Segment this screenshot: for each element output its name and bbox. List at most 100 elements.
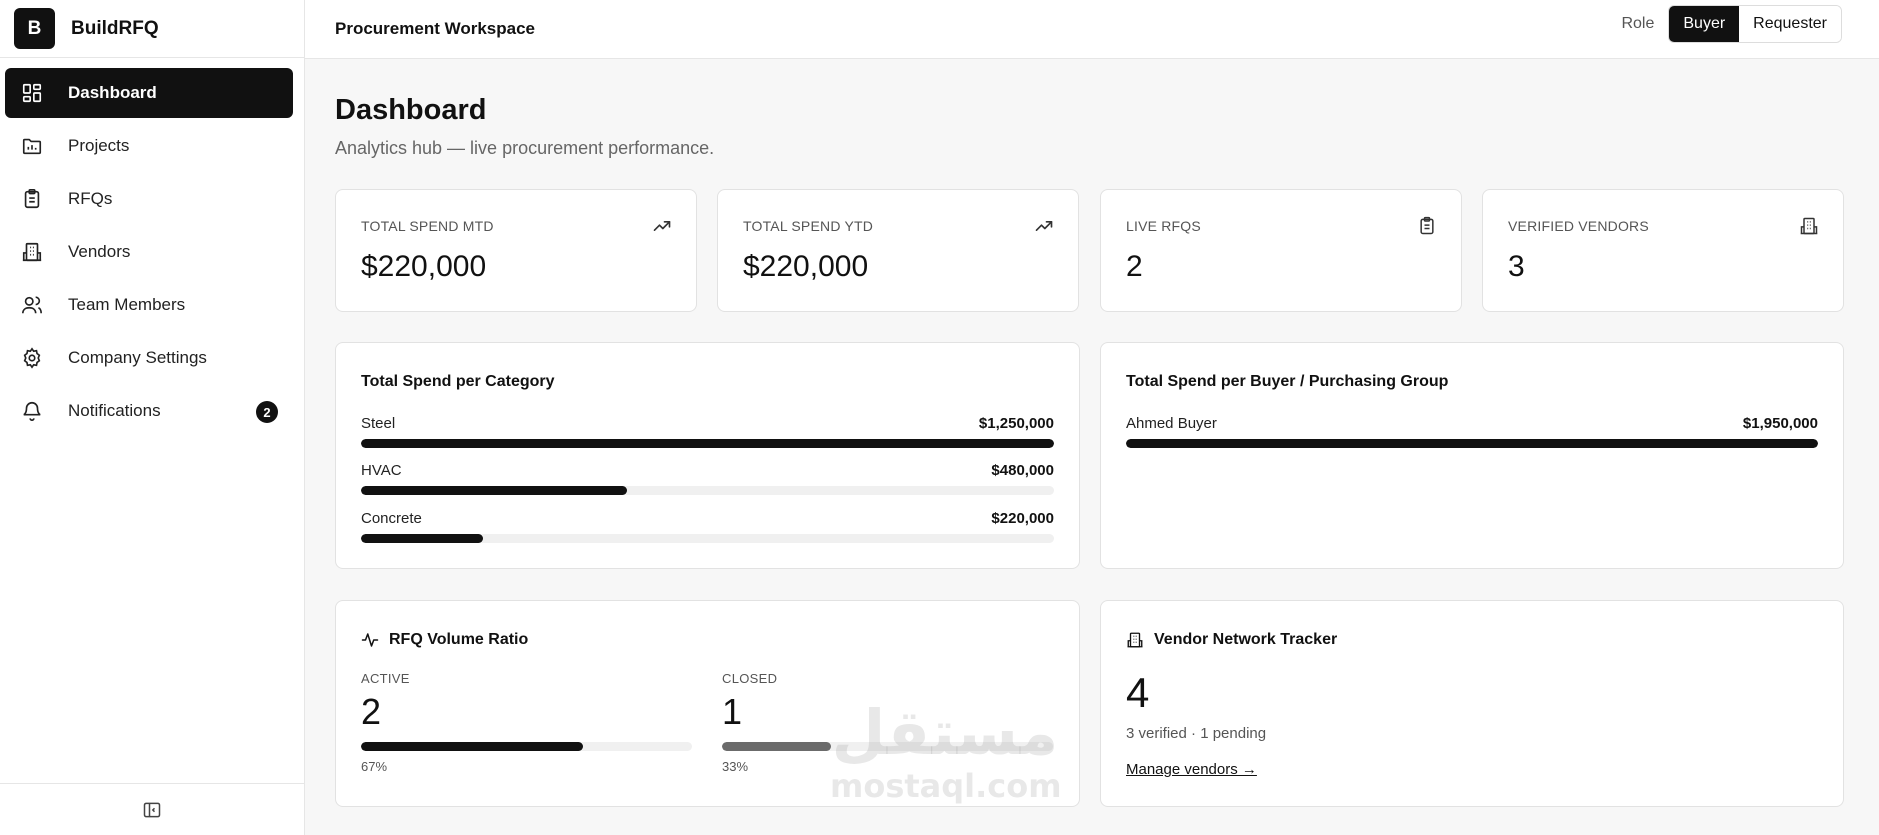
bar-track bbox=[361, 486, 1054, 495]
bar-fill bbox=[361, 534, 483, 543]
ratio-track bbox=[361, 742, 692, 751]
dashboard-icon bbox=[19, 80, 45, 106]
category-name: Concrete bbox=[361, 510, 422, 527]
trending-up-icon bbox=[1034, 216, 1054, 236]
ratio-fill bbox=[361, 742, 583, 751]
activity-icon bbox=[361, 631, 379, 649]
sidebar-item-label: Vendors bbox=[68, 242, 131, 261]
sidebar-nav: Dashboard Projects RFQs Vendors Team Mem… bbox=[0, 58, 304, 436]
stat-value: $220,000 bbox=[361, 250, 487, 283]
sidebar-item-vendors[interactable]: Vendors bbox=[5, 227, 293, 277]
workspace-title: Procurement Workspace bbox=[335, 19, 535, 38]
role-requester-button[interactable]: Requester bbox=[1739, 6, 1841, 42]
ratio-value: 1 bbox=[722, 691, 743, 732]
gear-icon bbox=[19, 345, 45, 371]
sidebar-item-team-members[interactable]: Team Members bbox=[5, 280, 293, 330]
ratio-label: ACTIVE bbox=[361, 671, 410, 686]
bar-track bbox=[1126, 439, 1818, 448]
ratio-track bbox=[722, 742, 1053, 751]
building-icon bbox=[19, 239, 45, 265]
manage-vendors-link[interactable]: Manage vendors → bbox=[1126, 761, 1257, 778]
category-name: HVAC bbox=[361, 462, 402, 479]
sidebar-item-label: Projects bbox=[68, 136, 130, 155]
stat-label: LIVE RFQS bbox=[1126, 218, 1201, 234]
sidebar-item-label: Team Members bbox=[68, 295, 186, 314]
clipboard-icon bbox=[1417, 216, 1437, 236]
page-subtitle: Analytics hub — live procurement perform… bbox=[335, 138, 715, 158]
top-header: Procurement Workspace Role Buyer Request… bbox=[305, 0, 1879, 59]
stat-card-spend-ytd: TOTAL SPEND YTD $220,000 bbox=[717, 189, 1079, 312]
buyer-value: $1,950,000 bbox=[1742, 415, 1818, 432]
card-title-text: Vendor Network Tracker bbox=[1154, 631, 1338, 648]
card-title-text: RFQ Volume Ratio bbox=[389, 631, 529, 648]
role-toggle: Buyer Requester bbox=[1668, 5, 1842, 43]
ratio-percent: 33% bbox=[722, 759, 749, 774]
folder-chart-icon bbox=[19, 133, 45, 159]
stat-card-verified-vendors: VERIFIED VENDORS 3 bbox=[1482, 189, 1844, 312]
buyer-name: Ahmed Buyer bbox=[1126, 415, 1217, 432]
rfq-volume-ratio-card: RFQ Volume Ratio ACTIVE 2 67% CLOSED 1 3… bbox=[335, 600, 1080, 807]
card-title: Total Spend per Buyer / Purchasing Group bbox=[1126, 373, 1449, 390]
users-icon bbox=[19, 292, 45, 318]
sidebar: B BuildRFQ Dashboard Projects RFQs Vendo… bbox=[0, 0, 305, 835]
vendor-summary: 3 verified · 1 pending bbox=[1126, 725, 1267, 742]
trending-up-icon bbox=[652, 216, 672, 236]
building-icon bbox=[1799, 216, 1819, 236]
card-title: Vendor Network Tracker bbox=[1126, 631, 1337, 649]
stat-card-live-rfqs: LIVE RFQS 2 bbox=[1100, 189, 1462, 312]
sidebar-item-company-settings[interactable]: Company Settings bbox=[5, 333, 293, 383]
ratio-value: 2 bbox=[361, 691, 382, 732]
brand-logo: B bbox=[14, 8, 55, 49]
sidebar-item-label: Dashboard bbox=[68, 83, 157, 102]
category-value: $220,000 bbox=[991, 510, 1054, 527]
page-title: Dashboard bbox=[335, 94, 487, 126]
ratio-fill bbox=[722, 742, 832, 751]
building-icon bbox=[1126, 631, 1144, 649]
sidebar-item-rfqs[interactable]: RFQs bbox=[5, 174, 293, 224]
category-value: $1,250,000 bbox=[978, 415, 1054, 432]
bar-fill bbox=[361, 439, 1054, 448]
stat-label: TOTAL SPEND YTD bbox=[743, 218, 874, 234]
sidebar-item-label: Company Settings bbox=[68, 348, 207, 367]
stat-label: TOTAL SPEND MTD bbox=[361, 218, 494, 234]
sidebar-item-projects[interactable]: Projects bbox=[5, 121, 293, 171]
category-value: $480,000 bbox=[991, 462, 1054, 479]
stat-label: VERIFIED VENDORS bbox=[1508, 218, 1649, 234]
stat-card-spend-mtd: TOTAL SPEND MTD $220,000 bbox=[335, 189, 697, 312]
card-title: Total Spend per Category bbox=[361, 373, 555, 390]
ratio-percent: 67% bbox=[361, 759, 388, 774]
spend-per-category-card: Total Spend per Category Steel $1,250,00… bbox=[335, 342, 1080, 569]
sidebar-footer bbox=[0, 783, 304, 835]
ratio-label: CLOSED bbox=[722, 671, 778, 686]
vendor-network-tracker-card: Vendor Network Tracker 4 3 verified · 1 … bbox=[1100, 600, 1844, 807]
sidebar-item-notifications[interactable]: Notifications 2 bbox=[5, 386, 293, 436]
brand-name: BuildRFQ bbox=[71, 17, 159, 39]
sidebar-item-dashboard[interactable]: Dashboard bbox=[5, 68, 293, 118]
role-switcher: Role Buyer Requester bbox=[1621, 5, 1842, 43]
category-name: Steel bbox=[361, 415, 396, 432]
category-row-hvac: HVAC $480,000 bbox=[361, 462, 1054, 506]
vendor-total: 4 bbox=[1126, 669, 1150, 716]
category-row-concrete: Concrete $220,000 bbox=[361, 510, 1054, 554]
bar-fill bbox=[1126, 439, 1818, 448]
bar-track bbox=[361, 534, 1054, 543]
category-row-steel: Steel $1,250,000 bbox=[361, 415, 1054, 459]
sidebar-collapse-icon[interactable] bbox=[142, 800, 162, 820]
bar-track bbox=[361, 439, 1054, 448]
role-buyer-button[interactable]: Buyer bbox=[1669, 6, 1740, 42]
bar-fill bbox=[361, 486, 628, 495]
buyer-row: Ahmed Buyer $1,950,000 bbox=[1126, 415, 1818, 459]
notification-count-badge: 2 bbox=[256, 401, 278, 423]
stat-value: $220,000 bbox=[743, 250, 869, 283]
stat-value: 2 bbox=[1126, 250, 1143, 283]
clipboard-icon bbox=[19, 186, 45, 212]
brand[interactable]: B BuildRFQ bbox=[0, 0, 304, 58]
bell-icon bbox=[19, 398, 45, 424]
stat-value: 3 bbox=[1508, 250, 1525, 283]
sidebar-item-label: RFQs bbox=[68, 189, 113, 208]
rfq-active-column: ACTIVE 2 67% bbox=[361, 671, 692, 774]
spend-per-buyer-card: Total Spend per Buyer / Purchasing Group… bbox=[1100, 342, 1844, 569]
rfq-closed-column: CLOSED 1 33% bbox=[722, 671, 1053, 774]
card-title: RFQ Volume Ratio bbox=[361, 631, 528, 649]
role-label: Role bbox=[1621, 15, 1655, 32]
